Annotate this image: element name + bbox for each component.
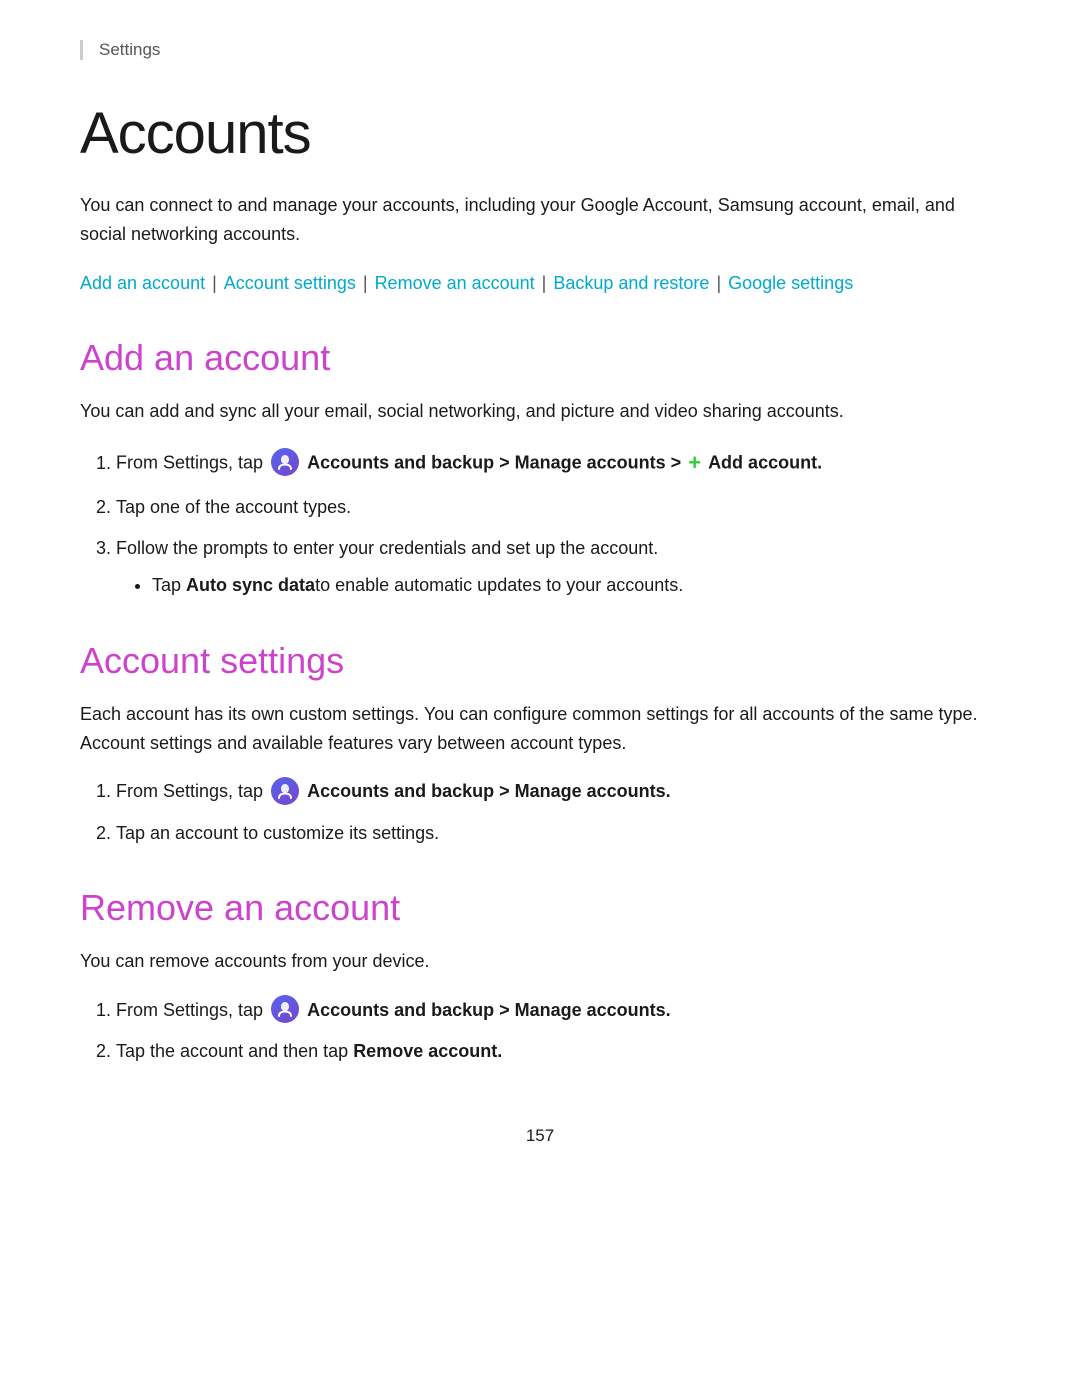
add-step-1: From Settings, tap Accounts and backup >… bbox=[116, 446, 1000, 481]
nav-link-google-settings[interactable]: Google settings bbox=[728, 273, 853, 293]
page-title: Accounts bbox=[80, 100, 1000, 167]
nav-link-add-account[interactable]: Add an account bbox=[80, 273, 205, 293]
bullet-bold: Auto sync data bbox=[186, 575, 315, 595]
step1-bold-text: Accounts and backup > Manage accounts > bbox=[307, 453, 686, 473]
section-remove-intro: You can remove accounts from your device… bbox=[80, 947, 1000, 976]
breadcrumb: Settings bbox=[80, 40, 1000, 60]
bullet-text-before: Tap bbox=[152, 575, 186, 595]
remove-step1-text-before: From Settings, tap bbox=[116, 1000, 268, 1020]
section-add-title: Add an account bbox=[80, 337, 1000, 379]
section-settings-intro: Each account has its own custom settings… bbox=[80, 700, 1000, 758]
bullet-auto-sync: Tap Auto sync datato enable automatic up… bbox=[152, 571, 1000, 600]
remove-step2-text-before: Tap the account and then tap bbox=[116, 1041, 353, 1061]
add-step-3: Follow the prompts to enter your credent… bbox=[116, 534, 1000, 600]
section-settings-title: Account settings bbox=[80, 640, 1000, 682]
nav-sep-1: | bbox=[207, 273, 222, 293]
nav-sep-4: | bbox=[711, 273, 726, 293]
remove-account-steps: From Settings, tap Accounts and backup >… bbox=[80, 996, 1000, 1066]
section-add-intro: You can add and sync all your email, soc… bbox=[80, 397, 1000, 426]
section-account-settings: Account settings Each account has its ow… bbox=[80, 640, 1000, 848]
settings-step-1: From Settings, tap Accounts and backup >… bbox=[116, 777, 1000, 806]
step1-bold-text2: Add account. bbox=[708, 453, 822, 473]
section-remove-title: Remove an account bbox=[80, 887, 1000, 929]
remove-step-1: From Settings, tap Accounts and backup >… bbox=[116, 996, 1000, 1025]
page-container: Settings Accounts You can connect to and… bbox=[0, 0, 1080, 1226]
section-remove-account: Remove an account You can remove account… bbox=[80, 887, 1000, 1066]
settings-step1-text-before: From Settings, tap bbox=[116, 781, 268, 801]
settings-step-2: Tap an account to customize its settings… bbox=[116, 819, 1000, 848]
step1-text-before: From Settings, tap bbox=[116, 453, 268, 473]
breadcrumb-text: Settings bbox=[99, 40, 160, 59]
bullet-text-after: to enable automatic updates to your acco… bbox=[315, 575, 683, 595]
remove-step-2: Tap the account and then tap Remove acco… bbox=[116, 1037, 1000, 1066]
nav-sep-3: | bbox=[537, 273, 552, 293]
remove-step2-bold: Remove account. bbox=[353, 1041, 502, 1061]
accounts-icon-2 bbox=[271, 777, 299, 805]
page-number: 157 bbox=[80, 1126, 1000, 1146]
step3-text: Follow the prompts to enter your credent… bbox=[116, 538, 658, 558]
add-account-steps: From Settings, tap Accounts and backup >… bbox=[80, 446, 1000, 600]
intro-paragraph: You can connect to and manage your accou… bbox=[80, 191, 1000, 249]
plus-icon: + bbox=[688, 445, 701, 480]
nav-sep-2: | bbox=[358, 273, 373, 293]
add-step-3-bullets: Tap Auto sync datato enable automatic up… bbox=[116, 571, 1000, 600]
add-step-2: Tap one of the account types. bbox=[116, 493, 1000, 522]
nav-link-backup[interactable]: Backup and restore bbox=[553, 273, 709, 293]
remove-step1-bold: Accounts and backup > Manage accounts. bbox=[307, 1000, 671, 1020]
settings-step1-bold: Accounts and backup > Manage accounts. bbox=[307, 781, 671, 801]
section-add-account: Add an account You can add and sync all … bbox=[80, 337, 1000, 599]
nav-link-remove-account[interactable]: Remove an account bbox=[375, 273, 535, 293]
accounts-icon-1 bbox=[271, 448, 299, 476]
accounts-icon-3 bbox=[271, 995, 299, 1023]
nav-links: Add an account | Account settings | Remo… bbox=[80, 269, 1000, 298]
account-settings-steps: From Settings, tap Accounts and backup >… bbox=[80, 777, 1000, 847]
nav-link-account-settings[interactable]: Account settings bbox=[224, 273, 356, 293]
